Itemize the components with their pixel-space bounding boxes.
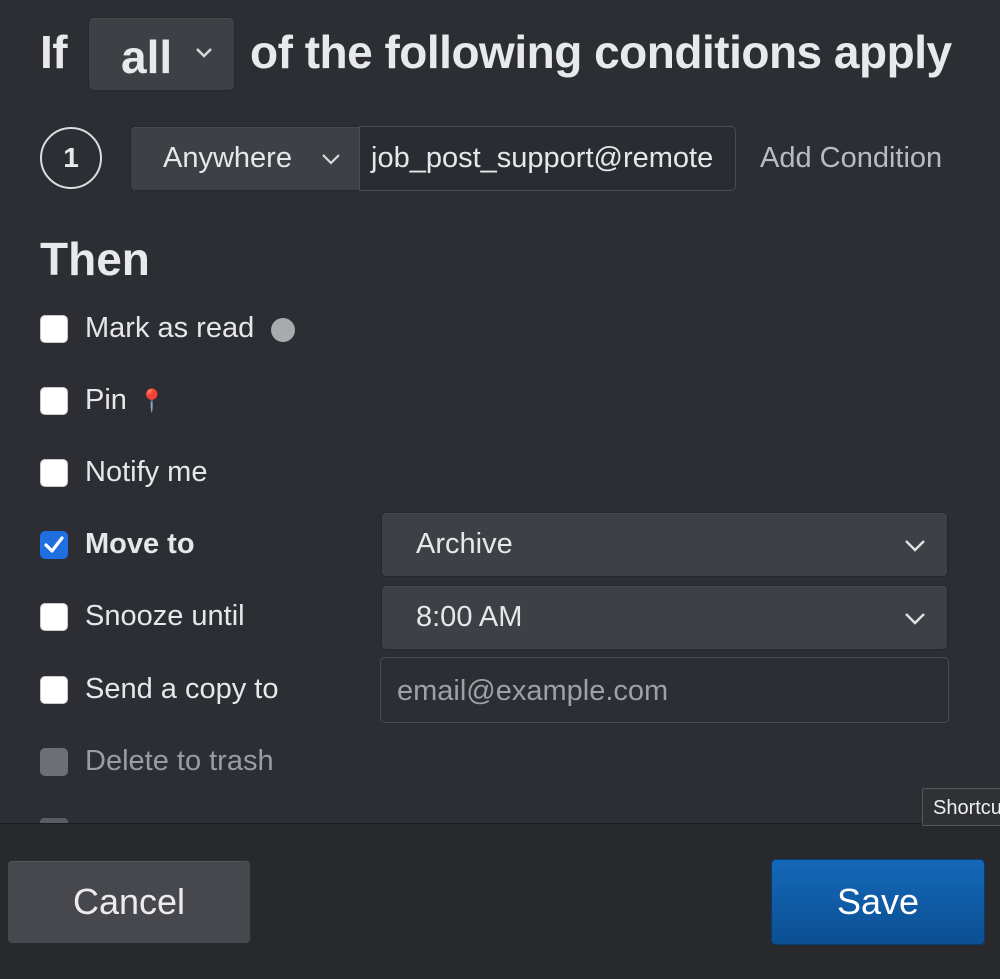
mark-as-read-label: Mark as read (85, 312, 255, 344)
delete-to-trash-checkbox[interactable] (40, 748, 68, 776)
condition-value-text: job_post_support@remote (371, 142, 714, 174)
notify-me-checkbox[interactable] (40, 459, 68, 487)
notify-me-label: Notify me (85, 456, 208, 488)
save-button[interactable]: Save (771, 859, 985, 945)
snooze-until-checkbox[interactable] (40, 603, 68, 631)
pin-checkbox[interactable] (40, 387, 68, 415)
condition-field-value: Anywhere (163, 142, 292, 174)
match-type-value: all (121, 31, 173, 83)
snooze-time-value: 8:00 AM (416, 601, 523, 633)
chevron-down-icon (904, 539, 926, 552)
move-to-folder-select[interactable]: Archive (381, 512, 948, 577)
chevron-down-icon (195, 47, 213, 59)
send-copy-email-input[interactable] (395, 672, 919, 710)
send-copy-checkbox[interactable] (40, 676, 68, 704)
unread-dot-icon (271, 318, 295, 342)
send-copy-email-field[interactable] (380, 657, 949, 723)
send-copy-label: Send a copy to (85, 673, 279, 705)
match-type-select[interactable]: all (88, 17, 235, 91)
condition-field-select[interactable]: Anywhere (130, 126, 360, 191)
pushpin-icon: 📍 (138, 388, 166, 413)
shortcut-tooltip: Shortcu (922, 788, 1000, 826)
move-to-folder-value: Archive (416, 528, 513, 560)
pin-label: Pin (85, 384, 127, 416)
condition-number-badge: 1 (40, 127, 102, 189)
mark-as-read-checkbox[interactable] (40, 315, 68, 343)
conditions-apply-label: of the following conditions apply (250, 26, 952, 78)
condition-value-input[interactable]: job_post_support@remote (359, 126, 736, 191)
chevron-down-icon (904, 612, 926, 625)
add-condition-link[interactable]: Add Condition (760, 142, 942, 175)
move-to-label: Move to (85, 528, 195, 560)
chevron-down-icon (321, 153, 341, 165)
checkmark-icon (44, 536, 64, 553)
delete-to-trash-label: Delete to trash (85, 745, 274, 777)
cancel-button[interactable]: Cancel (7, 860, 251, 944)
then-heading: Then (40, 233, 150, 285)
snooze-time-select[interactable]: 8:00 AM (381, 585, 948, 650)
move-to-checkbox[interactable] (40, 531, 68, 559)
if-label: If (40, 26, 68, 78)
snooze-until-label: Snooze until (85, 600, 245, 632)
